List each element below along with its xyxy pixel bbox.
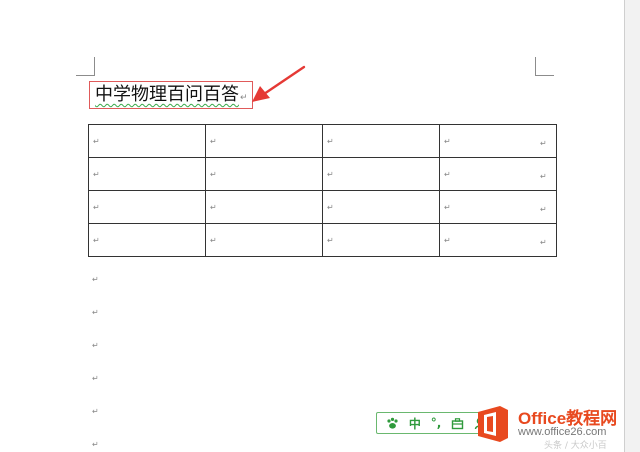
table-cell[interactable]: ↵ [88, 190, 206, 224]
document-page: 中学物理百问百答↵ ↵ ↵ ↵ ↵ ↵ ↵ ↵ ↵ ↵ ↵ ↵ ↵ ↵ ↵ ↵ ↵ ↵ ↵ ↵ ↵ ↵ ↵ ↵ ↵ ↵ ↵ [0, 0, 625, 452]
table-cell[interactable]: ↵ [439, 157, 557, 191]
row-end-mark: ↵ [540, 205, 547, 214]
table-row: ↵ ↵ ↵ ↵ [88, 124, 557, 158]
table-cell[interactable]: ↵ [205, 223, 323, 257]
table-cell[interactable]: ↵ [439, 124, 557, 158]
watermark: Office教程网 www.office26.com 头条 / 大众小百 [474, 402, 634, 451]
watermark-url: www.office26.com [518, 426, 607, 438]
empty-paragraph[interactable]: ↵ [92, 275, 99, 284]
table-cell[interactable]: ↵ [205, 190, 323, 224]
margin-corner-top-right [535, 57, 554, 76]
table-cell[interactable]: ↵ [205, 124, 323, 158]
paw-icon[interactable] [386, 417, 399, 430]
document-title[interactable]: 中学物理百问百答 [95, 84, 239, 105]
document-table[interactable]: ↵ ↵ ↵ ↵ ↵ ↵ ↵ ↵ ↵ ↵ ↵ ↵ ↵ ↵ ↵ ↵ [88, 124, 557, 257]
empty-paragraph[interactable]: ↵ [92, 341, 99, 350]
table-cell[interactable]: ↵ [322, 157, 440, 191]
annotation-arrow-icon [252, 65, 306, 102]
empty-paragraph[interactable]: ↵ [92, 308, 99, 317]
table-cell[interactable]: ↵ [88, 157, 206, 191]
table-cell[interactable]: ↵ [322, 190, 440, 224]
table-row: ↵ ↵ ↵ ↵ [88, 223, 557, 257]
table-cell[interactable]: ↵ [322, 223, 440, 257]
table-cell[interactable]: ↵ [322, 124, 440, 158]
table-cell[interactable]: ↵ [88, 124, 206, 158]
watermark-faded-text: 头条 / 大众小百 [544, 441, 607, 451]
toolbox-icon[interactable] [451, 417, 464, 430]
table-cell[interactable]: ↵ [88, 223, 206, 257]
empty-paragraph[interactable]: ↵ [92, 374, 99, 383]
table-cell[interactable]: ↵ [205, 157, 323, 191]
paragraph-mark: ↵ [240, 93, 248, 103]
table-cell[interactable]: ↵ [439, 223, 557, 257]
margin-corner-top-left [76, 57, 95, 76]
empty-paragraph[interactable]: ↵ [92, 407, 99, 416]
table-cell[interactable]: ↵ [439, 190, 557, 224]
ime-chinese-mode[interactable]: 中 [409, 415, 421, 432]
document-title-selection[interactable]: 中学物理百问百答↵ [89, 81, 253, 109]
row-end-mark: ↵ [540, 172, 547, 181]
table-row: ↵ ↵ ↵ ↵ [88, 190, 557, 224]
vertical-scrollbar[interactable] [625, 0, 640, 452]
table-row: ↵ ↵ ↵ ↵ [88, 157, 557, 191]
ime-punctuation-mode[interactable]: °, [431, 416, 442, 430]
row-end-mark: ↵ [540, 139, 547, 148]
row-end-mark: ↵ [540, 238, 547, 247]
office-logo-icon [478, 406, 508, 442]
empty-paragraph[interactable]: ↵ [92, 440, 99, 449]
